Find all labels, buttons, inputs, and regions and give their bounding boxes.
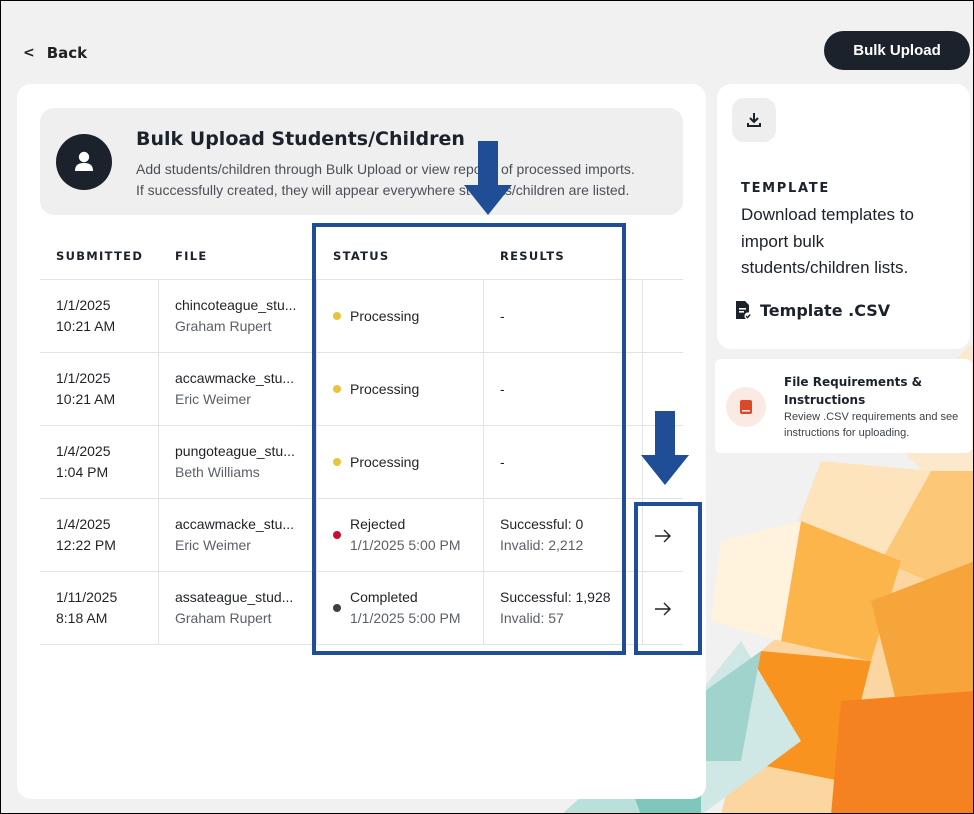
banner-description-line: Add students/children through Bulk Uploa… — [136, 161, 635, 177]
requirements-title: File Requirements & Instructions — [784, 375, 923, 407]
file-uploader: Graham Rupert — [175, 318, 272, 334]
back-button[interactable]: < Back — [23, 42, 87, 64]
submitted-cell: 1/1/2025 10:21 AM — [56, 368, 115, 410]
file-name: assateague_stud... — [175, 589, 294, 605]
info-banner: Bulk Upload Students/Children Add studen… — [40, 108, 683, 215]
down-arrow-marker-icon — [464, 141, 512, 215]
submitted-cell: 1/4/2025 1:04 PM — [56, 441, 111, 483]
file-uploader: Graham Rupert — [175, 610, 272, 626]
file-requirements-card[interactable]: File Requirements & Instructions Review … — [715, 359, 972, 453]
book-icon — [726, 387, 766, 427]
file-csv-icon — [736, 301, 752, 320]
submitted-date: 1/1/2025 — [56, 297, 111, 313]
submitted-date: 1/11/2025 — [56, 589, 118, 605]
submitted-cell: 1/1/2025 10:21 AM — [56, 295, 115, 337]
file-cell: accawmacke_stu... Eric Weimer — [175, 514, 294, 556]
file-name: accawmacke_stu... — [175, 370, 295, 386]
download-icon — [747, 113, 761, 127]
submitted-date: 1/4/2025 — [56, 516, 111, 532]
submitted-date: 1/4/2025 — [56, 443, 111, 459]
column-header-submitted: SUBMITTED — [56, 249, 144, 263]
submitted-time: 8:18 AM — [56, 610, 108, 626]
download-button[interactable] — [732, 98, 776, 142]
submitted-time: 10:21 AM — [56, 318, 116, 334]
file-cell: chincoteague_stu... Graham Rupert — [175, 295, 296, 337]
template-label: TEMPLATE — [741, 181, 830, 196]
template-card: TEMPLATE Download templates to import bu… — [717, 84, 970, 349]
file-cell: accawmacke_stu... Eric Weimer — [175, 368, 294, 410]
down-arrow-marker-icon — [641, 411, 689, 485]
file-uploader: Beth Williams — [175, 464, 260, 480]
submitted-time: 1:04 PM — [56, 464, 109, 480]
status-results-highlight-box — [312, 223, 626, 655]
requirements-description: Review .CSV requirements and see instruc… — [784, 411, 959, 439]
file-cell: pungoteague_stu... Beth Williams — [175, 441, 295, 483]
banner-description-line: If successfully created, they will appea… — [136, 182, 630, 198]
template-link-label: Template .CSV — [760, 300, 891, 320]
back-label: Back — [46, 44, 88, 62]
bulk-upload-button[interactable]: Bulk Upload — [824, 31, 970, 70]
file-name: accawmacke_stu... — [175, 516, 295, 532]
banner-description: Add students/children through Bulk Uploa… — [136, 159, 676, 201]
file-name: chincoteague_stu... — [175, 297, 297, 313]
template-description: Download templates to import bulk studen… — [741, 205, 914, 277]
column-header-file: FILE — [175, 249, 208, 263]
actions-highlight-box — [634, 502, 702, 655]
chevron-left-icon: < — [23, 45, 35, 61]
app-frame: < Back Bulk Upload Bulk Upload Students/… — [0, 0, 974, 814]
submitted-date: 1/1/2025 — [56, 370, 111, 386]
file-name: pungoteague_stu... — [175, 443, 295, 459]
submitted-time: 12:22 PM — [56, 537, 116, 553]
file-uploader: Eric Weimer — [175, 391, 251, 407]
template-csv-link[interactable]: Template .CSV — [734, 300, 890, 320]
user-icon — [56, 134, 112, 190]
file-cell: assateague_stud... Graham Rupert — [175, 587, 293, 629]
file-uploader: Eric Weimer — [175, 537, 251, 553]
submitted-cell: 1/11/2025 8:18 AM — [56, 587, 117, 629]
submitted-cell: 1/4/2025 12:22 PM — [56, 514, 116, 556]
page-title: Bulk Upload Students/Children — [136, 128, 465, 150]
submitted-time: 10:21 AM — [56, 391, 116, 407]
